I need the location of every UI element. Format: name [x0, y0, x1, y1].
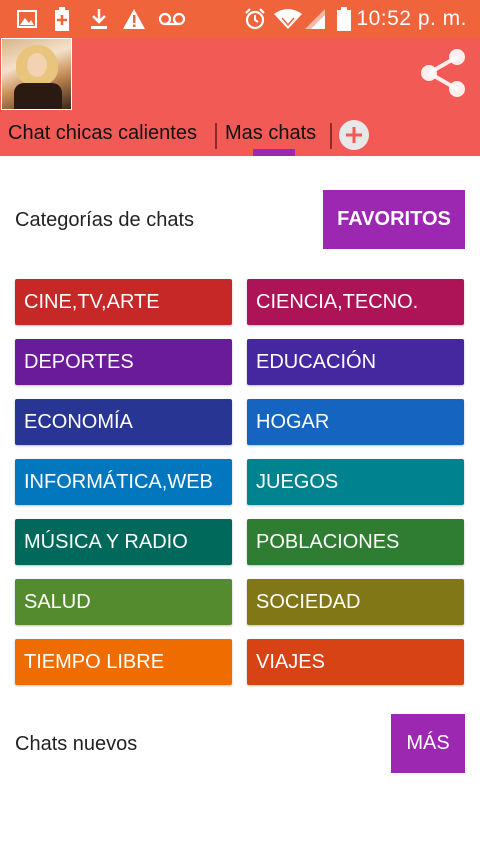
category-juegos[interactable]: JUEGOS: [247, 459, 464, 505]
status-bar: 10:52 p. m.: [0, 0, 480, 38]
wifi-icon: [274, 8, 302, 30]
status-time: 10:52 p. m.: [356, 7, 467, 30]
category-sociedad[interactable]: SOCIEDAD: [247, 579, 464, 625]
category-viajes[interactable]: VIAJES: [247, 639, 464, 685]
favorites-button[interactable]: FAVORITOS: [323, 190, 465, 249]
category-salud[interactable]: SALUD: [15, 579, 232, 625]
share-icon[interactable]: [419, 47, 469, 99]
voicemail-icon: [158, 8, 186, 30]
category-informatica-web[interactable]: INFORMÁTICA,WEB: [15, 459, 232, 505]
category-poblaciones[interactable]: POBLACIONES: [247, 519, 464, 565]
app-bar: Chat chicas calientes Mas chats: [0, 38, 480, 156]
category-educacion[interactable]: EDUCACIÓN: [247, 339, 464, 385]
download-icon: [88, 8, 110, 30]
avatar[interactable]: [1, 38, 72, 110]
warning-icon: [122, 8, 146, 30]
category-musica-y-radio[interactable]: MÚSICA Y RADIO: [15, 519, 232, 565]
battery-icon: [336, 7, 352, 31]
alarm-icon: [243, 8, 267, 30]
signal-icon: [304, 8, 326, 30]
tab-chat-chicas-calientes[interactable]: Chat chicas calientes: [8, 122, 197, 145]
more-button[interactable]: MÁS: [391, 714, 465, 773]
image-icon: [16, 8, 38, 30]
add-tab-icon[interactable]: [339, 120, 369, 150]
category-economia[interactable]: ECONOMÍA: [15, 399, 232, 445]
category-hogar[interactable]: HOGAR: [247, 399, 464, 445]
category-tiempo-libre[interactable]: TIEMPO LIBRE: [15, 639, 232, 685]
battery-plus-icon: [52, 7, 72, 31]
categories-heading: Categorías de chats: [15, 209, 194, 231]
category-ciencia-tecno[interactable]: CIENCIA,TECNO.: [247, 279, 464, 325]
new-chats-heading: Chats nuevos: [15, 733, 138, 755]
tab-divider: [215, 123, 217, 149]
category-cine-tv-arte[interactable]: CINE,TV,ARTE: [15, 279, 232, 325]
tab-mas-chats[interactable]: Mas chats: [225, 122, 316, 145]
tab-bar: Chat chicas calientes Mas chats: [0, 118, 480, 156]
tab-divider: [330, 123, 332, 149]
category-deportes[interactable]: DEPORTES: [15, 339, 232, 385]
selected-tab-indicator: [253, 149, 295, 156]
